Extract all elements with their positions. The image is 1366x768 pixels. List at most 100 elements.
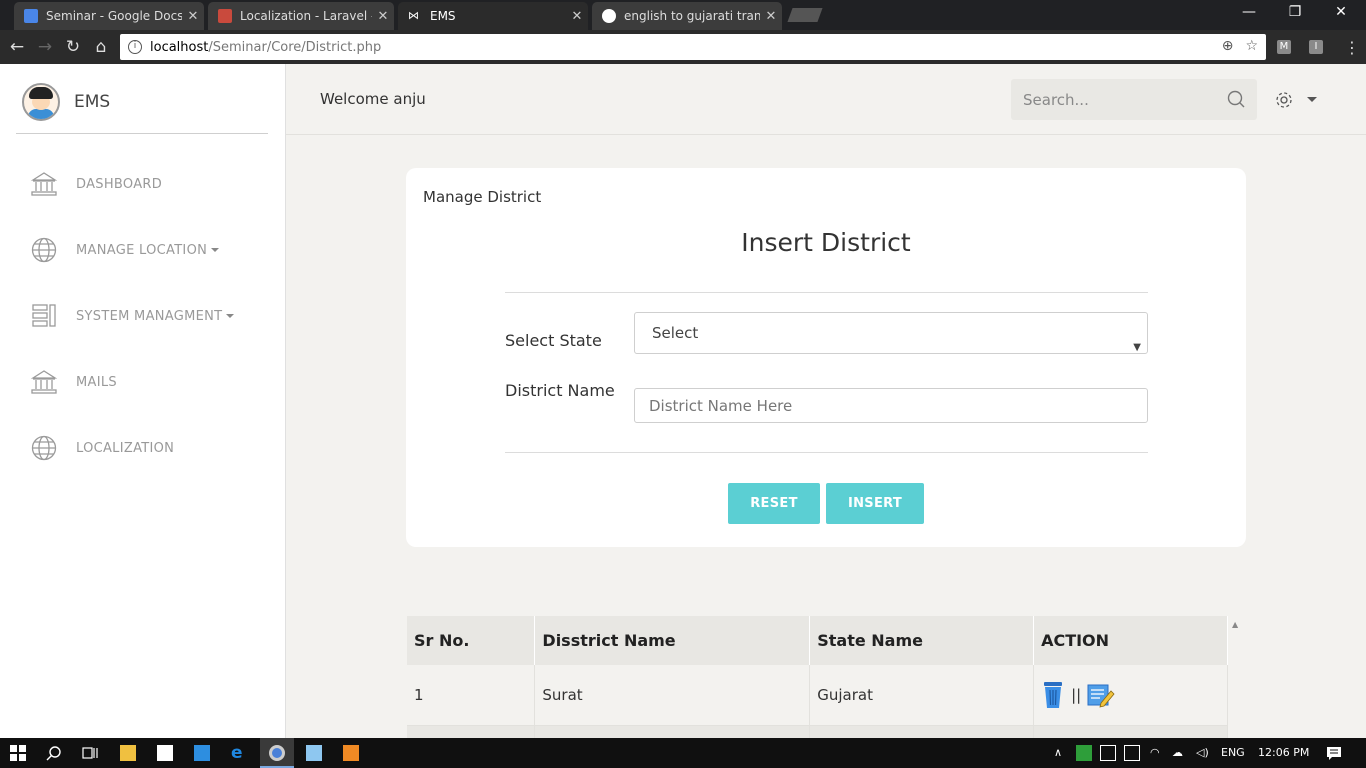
google-icon <box>602 9 616 23</box>
globe-icon <box>31 435 57 461</box>
clock[interactable]: 12:06 PM <box>1258 746 1309 759</box>
table-row <box>407 725 1228 738</box>
store-icon[interactable] <box>157 745 173 761</box>
new-tab-button[interactable] <box>787 8 823 22</box>
search-icon[interactable] <box>1227 90 1245 108</box>
avatar-logo-icon <box>22 83 60 121</box>
language-indicator[interactable]: ENG <box>1221 746 1245 759</box>
chevron-down-icon <box>211 248 220 252</box>
bank-icon <box>30 172 58 196</box>
dropdown-arrow-icon: ▼ <box>1133 342 1141 353</box>
notepad-icon[interactable] <box>306 745 322 761</box>
sidebar-item-system-managment[interactable]: SYSTEM MANAGMENT <box>0 296 286 336</box>
layout-icon <box>32 304 56 327</box>
tray-device-icon[interactable] <box>1100 745 1116 761</box>
url-field[interactable]: i localhost/Seminar/Core/District.php ⊕ … <box>120 34 1266 60</box>
district-table: Sr No. Disstrict Name State Name ACTION … <box>407 616 1228 738</box>
column-header[interactable]: Sr No. <box>407 616 536 665</box>
mail-icon[interactable] <box>194 745 210 761</box>
search-input[interactable] <box>1011 79 1211 120</box>
file-explorer-icon[interactable] <box>120 745 136 761</box>
chrome-icon <box>269 745 285 761</box>
scroll-up-icon[interactable]: ▲ <box>1232 620 1238 629</box>
action-separator: || <box>1071 685 1082 704</box>
address-bar-row: ← → ↻ ⌂ i localhost/Seminar/Core/Distric… <box>0 30 1366 64</box>
divider <box>505 452 1148 453</box>
back-icon[interactable]: ← <box>6 37 28 57</box>
column-header[interactable]: Disstrict Name <box>534 616 811 665</box>
extension-i-icon[interactable]: I <box>1309 40 1323 54</box>
restore-icon[interactable]: ❐ <box>1272 4 1318 20</box>
chevron-down-icon[interactable] <box>1307 97 1317 102</box>
windows-taskbar: e ∧ ◠ ☁ ◁) ENG 12:06 PM <box>0 738 1366 768</box>
windows-start-icon[interactable] <box>10 745 26 761</box>
extension-m-icon[interactable]: M <box>1277 40 1291 54</box>
close-icon[interactable]: ✕ <box>760 9 782 24</box>
tray-app-icon[interactable] <box>1076 745 1092 761</box>
tab-ems[interactable]: ⋈ EMS ✕ <box>398 2 588 30</box>
bookmark-star-icon[interactable]: ☆ <box>1245 38 1258 54</box>
edge-icon[interactable]: e <box>231 745 247 762</box>
close-icon[interactable]: ✕ <box>182 9 204 24</box>
cell-action: || <box>1033 665 1228 726</box>
window-close-icon[interactable]: ✕ <box>1318 4 1364 20</box>
bank-icon <box>30 370 58 394</box>
menu-kebab-icon[interactable]: ⋮ <box>1344 38 1360 57</box>
forward-icon[interactable]: → <box>34 37 56 57</box>
battery-icon[interactable] <box>1124 745 1140 761</box>
welcome-text: Welcome anju <box>320 90 426 108</box>
gear-icon[interactable] <box>1274 90 1294 110</box>
chevron-down-icon <box>226 314 235 318</box>
wifi-icon[interactable]: ◠ <box>1150 746 1160 759</box>
sidebar-item-manage-location[interactable]: MANAGE LOCATION <box>0 230 286 270</box>
bowtie-icon: ⋈ <box>408 9 419 22</box>
edit-icon[interactable] <box>1087 682 1115 708</box>
sidebar: EMS DASHBOARD MANAGE LOCATION SYSTEM MAN… <box>0 64 286 738</box>
district-label: District Name <box>505 381 615 400</box>
sidebar-item-mails[interactable]: MAILS <box>0 362 286 402</box>
search-icon[interactable] <box>46 745 62 761</box>
district-name-input[interactable] <box>634 388 1148 423</box>
cell-sr: 1 <box>407 665 536 726</box>
close-icon[interactable]: ✕ <box>372 9 394 24</box>
task-view-icon[interactable] <box>82 745 98 761</box>
cell-district: Surat <box>534 665 811 726</box>
divider <box>16 133 268 134</box>
column-header[interactable]: State Name <box>809 616 1035 665</box>
sidebar-item-localization[interactable]: LOCALIZATION <box>0 428 286 468</box>
reset-button[interactable]: RESET <box>728 483 820 524</box>
info-icon[interactable]: i <box>128 40 142 54</box>
minimize-icon[interactable]: — <box>1226 4 1272 20</box>
column-header[interactable]: ACTION <box>1033 616 1228 665</box>
top-header: Welcome anju <box>286 64 1366 135</box>
docs-icon <box>24 9 38 23</box>
cloud-icon[interactable]: ☁ <box>1172 746 1183 759</box>
manage-district-card: Manage District Insert District Select S… <box>406 168 1246 547</box>
reload-icon[interactable]: ↻ <box>62 37 84 57</box>
notifications-icon[interactable] <box>1326 745 1342 761</box>
state-select[interactable]: Select ▼ <box>634 312 1148 354</box>
divider <box>505 292 1148 293</box>
sublime-icon[interactable] <box>343 745 359 761</box>
card-title: Manage District <box>423 188 542 206</box>
tab-localization[interactable]: Localization - Laravel - Th ✕ <box>208 2 394 30</box>
brand-name: EMS <box>74 92 111 112</box>
zoom-icon[interactable]: ⊕ <box>1222 38 1234 54</box>
tray-chevron-icon[interactable]: ∧ <box>1054 746 1062 759</box>
delete-icon[interactable] <box>1041 681 1065 709</box>
globe-icon <box>31 237 57 263</box>
tab-google-docs[interactable]: Seminar - Google Docs ✕ <box>14 2 204 30</box>
table-header-row: Sr No. Disstrict Name State Name ACTION <box>407 616 1228 665</box>
brand[interactable]: EMS <box>22 82 110 122</box>
form-title: Insert District <box>741 228 911 257</box>
laravel-icon <box>218 9 232 23</box>
chrome-taskbar-button[interactable] <box>260 738 294 768</box>
tab-translate[interactable]: english to gujarati transla ✕ <box>592 2 782 30</box>
cell-state: Gujarat <box>809 665 1035 726</box>
sidebar-item-dashboard[interactable]: DASHBOARD <box>0 164 286 204</box>
home-icon[interactable]: ⌂ <box>90 37 112 57</box>
browser-tab-bar: Seminar - Google Docs ✕ Localization - L… <box>0 0 1366 30</box>
volume-icon[interactable]: ◁) <box>1196 746 1209 759</box>
insert-button[interactable]: INSERT <box>826 483 924 524</box>
close-icon[interactable]: ✕ <box>566 9 588 24</box>
